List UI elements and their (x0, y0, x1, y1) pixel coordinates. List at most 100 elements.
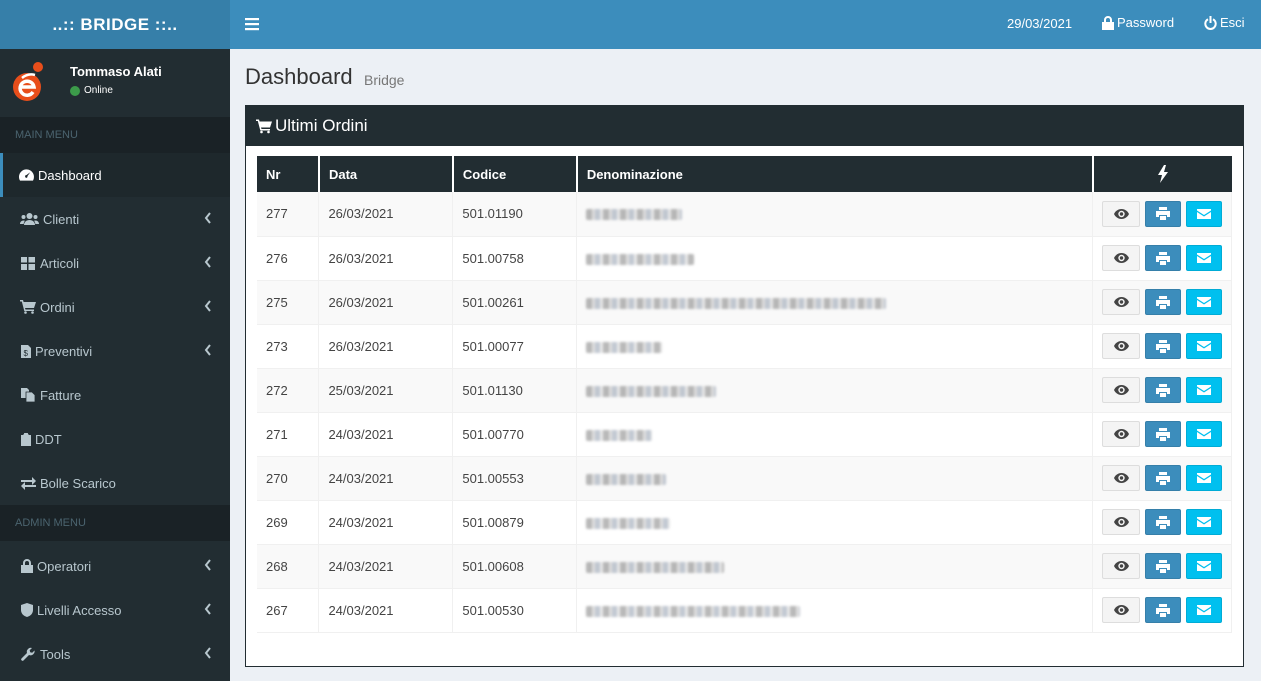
sidebar-item-preventivi[interactable]: $ Preventivi (0, 329, 230, 373)
view-button[interactable] (1102, 465, 1141, 491)
sidebar-item-articoli[interactable]: Articoli (0, 241, 230, 285)
sidebar-item-label: Dashboard (38, 167, 102, 183)
email-button[interactable] (1186, 465, 1223, 491)
table-header-row: Nr Data Codice Denominazione (257, 156, 1232, 192)
print-icon (1156, 207, 1171, 221)
sidebar-item-dashboard[interactable]: Dashboard (0, 153, 230, 197)
logout-label: Esci (1220, 15, 1245, 30)
email-button[interactable] (1186, 509, 1223, 535)
svg-text:$: $ (23, 349, 28, 358)
email-button[interactable] (1186, 553, 1223, 579)
app-logo[interactable]: ..:: BRIDGE ::.. (0, 0, 230, 49)
print-button[interactable] (1145, 421, 1182, 447)
redacted-text (586, 605, 801, 617)
password-link[interactable]: Password (1102, 15, 1174, 30)
envelope-icon (1197, 297, 1212, 307)
eye-icon (1113, 385, 1129, 395)
view-button[interactable] (1102, 377, 1141, 403)
chevron-left-icon (204, 300, 211, 312)
print-button[interactable] (1145, 509, 1182, 535)
user-status-label: Online (84, 85, 113, 96)
print-button[interactable] (1145, 200, 1182, 227)
view-button[interactable] (1102, 509, 1141, 535)
user-panel: Tommaso Alati Online (0, 49, 230, 117)
sidebar-item-tools[interactable]: Tools (0, 632, 230, 676)
wrench-icon (20, 647, 36, 661)
cell-nr: 276 (257, 236, 320, 281)
email-button[interactable] (1186, 200, 1223, 227)
print-icon (1156, 427, 1171, 441)
print-icon (1156, 559, 1171, 573)
cell-actions (1092, 456, 1232, 501)
sidebar-item-label: Articoli (40, 255, 80, 271)
print-button[interactable] (1145, 289, 1182, 315)
cell-denominazione (576, 236, 1094, 281)
print-button[interactable] (1145, 465, 1182, 491)
power-icon (1204, 15, 1217, 30)
sidebar-item-label: Tools (40, 646, 71, 662)
email-button[interactable] (1186, 333, 1223, 359)
exchange-icon (20, 476, 36, 490)
view-button[interactable] (1102, 245, 1141, 271)
eye-icon (1113, 297, 1129, 307)
cell-data: 26/03/2021 (318, 280, 454, 325)
sidebar-item-ddt[interactable]: DDT (0, 417, 230, 461)
column-header-denominazione[interactable]: Denominazione (576, 156, 1094, 192)
files-icon (20, 388, 36, 402)
sidebar-item-bolle-scarico[interactable]: Bolle Scarico (0, 461, 230, 505)
logout-link[interactable]: Esci (1204, 15, 1245, 30)
redacted-text (586, 297, 887, 309)
view-button[interactable] (1102, 289, 1141, 315)
eye-icon (1113, 429, 1129, 439)
column-header-codice[interactable]: Codice (452, 156, 578, 192)
view-button[interactable] (1102, 333, 1141, 359)
sidebar-item-clienti[interactable]: Clienti (0, 197, 230, 241)
column-header-data[interactable]: Data (318, 156, 454, 192)
cell-codice: 501.00261 (452, 280, 578, 325)
print-button[interactable] (1145, 377, 1182, 403)
envelope-icon (1197, 253, 1212, 263)
column-header-nr[interactable]: Nr (257, 156, 320, 192)
cell-actions (1092, 412, 1232, 457)
lock-icon (1102, 15, 1114, 30)
email-button[interactable] (1186, 245, 1223, 271)
print-button[interactable] (1145, 597, 1182, 623)
email-button[interactable] (1186, 421, 1223, 447)
panel-header: Ultimi Ordini (246, 106, 1243, 146)
table-row: 271 24/03/2021 501.00770 (257, 412, 1232, 457)
email-button[interactable] (1186, 597, 1223, 623)
sidebar-item-livelli-accesso[interactable]: Livelli Accesso (0, 588, 230, 632)
cart-icon (256, 119, 272, 133)
print-button[interactable] (1145, 245, 1182, 271)
sidebar-item-label: Livelli Accesso (37, 602, 122, 618)
sidebar-item-ordini[interactable]: Ordini (0, 285, 230, 329)
hamburger-menu-icon[interactable] (245, 17, 259, 31)
cell-actions (1092, 588, 1232, 633)
email-button[interactable] (1186, 377, 1223, 403)
view-button[interactable] (1102, 597, 1141, 623)
admin-menu-header: ADMIN MENU (0, 505, 230, 541)
print-button[interactable] (1145, 553, 1182, 579)
sidebar-item-operatori[interactable]: Operatori (0, 544, 230, 588)
sidebar-item-label: Fatture (40, 387, 82, 403)
sidebar-item-fatture[interactable]: Fatture (0, 373, 230, 417)
status-dot (70, 85, 80, 96)
view-button[interactable] (1102, 421, 1141, 447)
view-button[interactable] (1102, 200, 1141, 227)
cell-codice: 501.00758 (452, 236, 578, 281)
view-button[interactable] (1102, 553, 1141, 579)
email-button[interactable] (1186, 289, 1223, 315)
eye-icon (1113, 341, 1129, 351)
cell-actions (1092, 280, 1232, 325)
cell-codice: 501.00770 (452, 412, 578, 457)
table-row: 273 26/03/2021 501.00077 (257, 324, 1232, 369)
avatar (13, 62, 43, 101)
cell-data: 24/03/2021 (318, 500, 454, 545)
print-button[interactable] (1145, 333, 1182, 359)
cell-data: 26/03/2021 (318, 192, 454, 237)
table-row: 270 24/03/2021 501.00553 (257, 456, 1232, 501)
redacted-text (586, 253, 695, 265)
page-title: Dashboard (245, 64, 353, 89)
sidebar-item-label: Ordini (40, 299, 75, 315)
user-status: Online (70, 85, 162, 96)
